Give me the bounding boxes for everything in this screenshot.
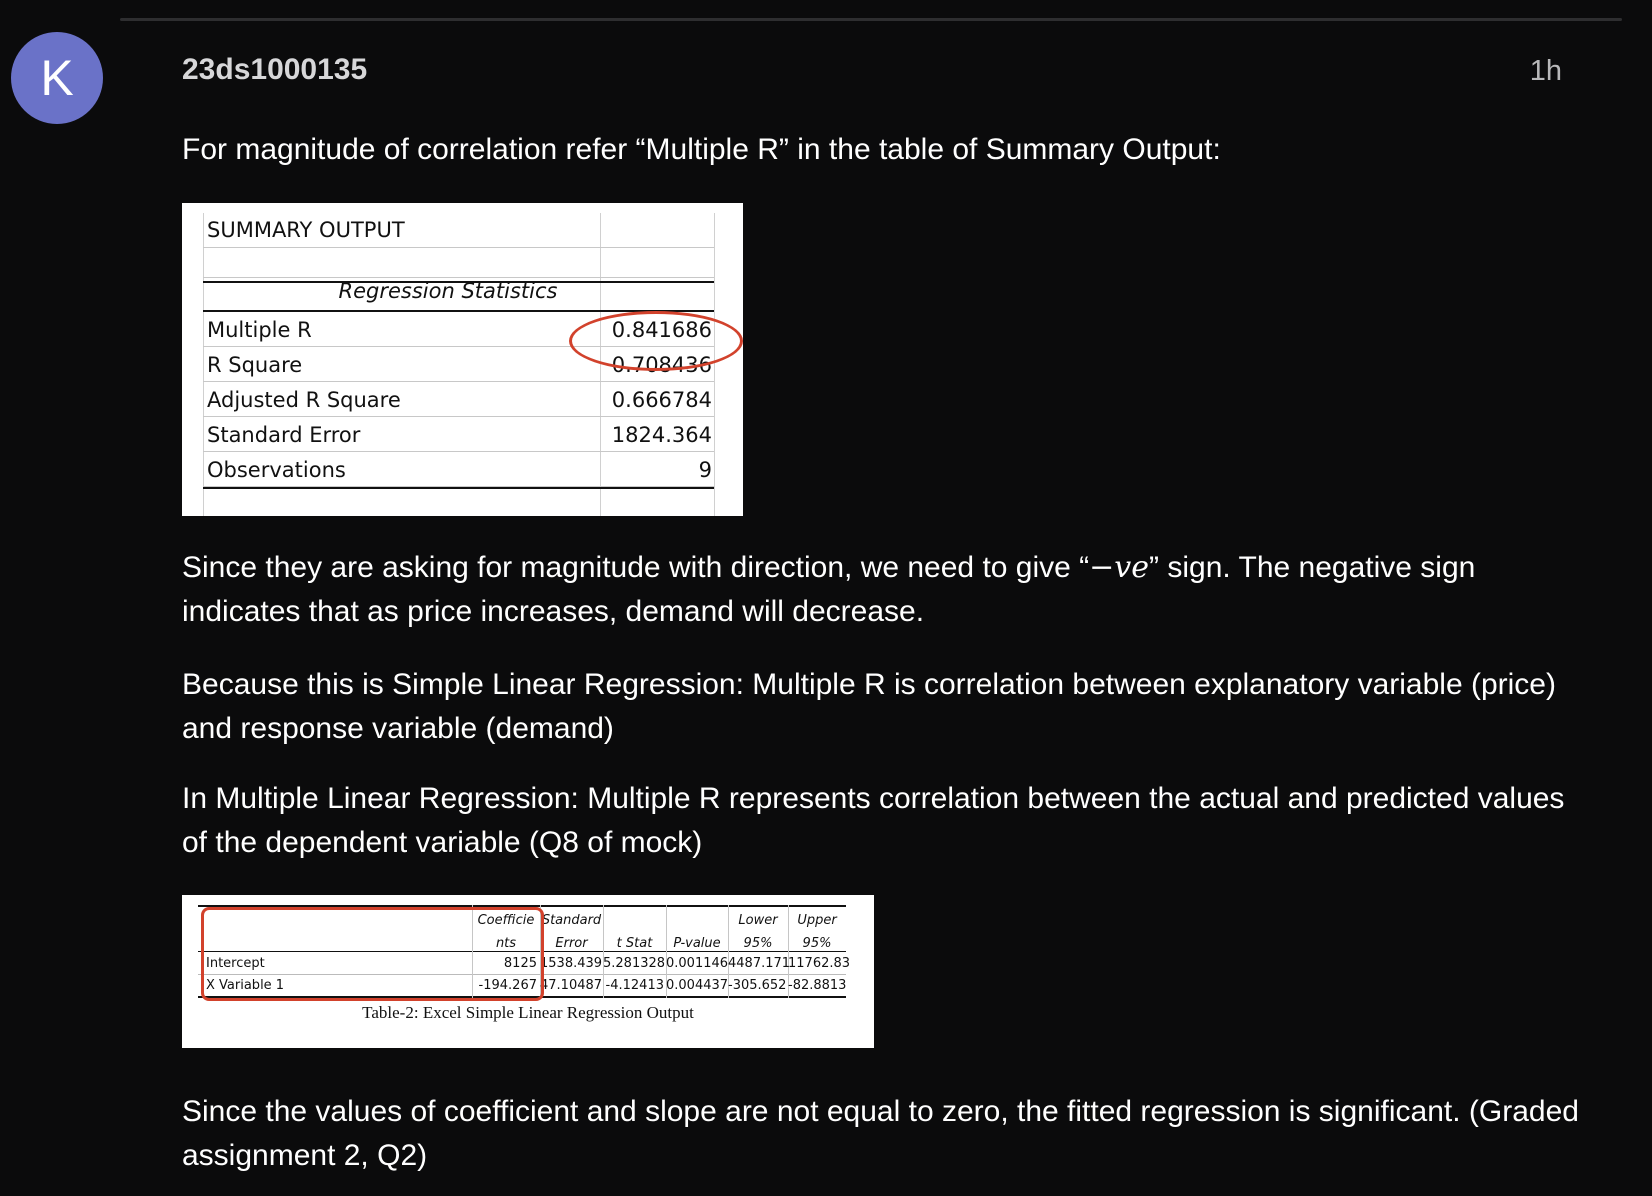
paragraph-intro: For magnitude of correlation refer “Mult… — [182, 133, 1221, 166]
paragraph-multiple-regression: In Multiple Linear Regression: Multiple … — [182, 782, 1565, 859]
table-cell: 47.10487 — [540, 978, 603, 993]
stat-label: Standard Error — [207, 423, 361, 447]
stat-value: 1824.364 — [611, 423, 712, 447]
post-username[interactable]: 23ds1000135 — [182, 53, 367, 87]
column-header-line: Standard — [541, 913, 602, 928]
table-cell: 11762.83 — [788, 956, 851, 971]
regression-output-image[interactable]: Coefficie nts Standard Error t Stat P-va… — [182, 895, 874, 1048]
coefficients-highlight-box — [201, 907, 544, 1001]
column-header-line: P-value — [673, 936, 721, 951]
table-caption: Table-2: Excel Simple Linear Regression … — [362, 1003, 694, 1022]
table-cell: 5.281328 — [603, 956, 666, 971]
stat-label: Observations — [207, 458, 346, 482]
stat-value: 9 — [698, 458, 712, 482]
table-cell: -4.12413 — [605, 978, 664, 993]
summary-output-image[interactable]: SUMMARY OUTPUT Regression Statistics Mul… — [182, 203, 743, 516]
column-header: Lower 95% — [728, 909, 788, 955]
stat-label: R Square — [207, 353, 303, 377]
summary-title: SUMMARY OUTPUT — [207, 218, 405, 242]
stat-row: Observations 9 — [203, 452, 714, 487]
paragraph-simple-regression: Because this is Simple Linear Regression… — [182, 668, 1556, 745]
summary-blank-row — [203, 247, 714, 278]
negative-ve-math: −ve — [1089, 550, 1150, 585]
table-rule — [203, 487, 714, 489]
column-header-line: Lower — [738, 913, 778, 928]
regression-statistics-heading: Regression Statistics — [338, 279, 558, 303]
column-header-line — [666, 909, 728, 932]
column-header-line — [603, 909, 666, 932]
stat-row: Standard Error 1824.364 — [203, 417, 714, 452]
column-header-line: t Stat — [616, 936, 653, 951]
post-divider — [120, 18, 1622, 21]
column-header-line: 95% — [802, 936, 832, 951]
table-cell: 1538.439 — [540, 956, 603, 971]
column-header: t Stat — [603, 909, 666, 955]
table-cell: 4487.171 — [728, 956, 791, 971]
column-header-line: Upper — [797, 913, 837, 928]
paragraph-direction: Since they are asking for magnitude with… — [182, 546, 1582, 634]
column-header: Standard Error — [540, 909, 603, 955]
table-cell: -305.652 — [728, 978, 787, 993]
paragraph-significance: Since the values of coefficient and slop… — [182, 1095, 1579, 1172]
table-cell: -82.8813 — [788, 978, 847, 993]
column-header: P-value — [666, 909, 728, 955]
stat-row: Adjusted R Square 0.666784 — [203, 382, 714, 417]
table-cell: 0.004437 — [666, 978, 729, 993]
column-header: Upper 95% — [788, 909, 846, 955]
table-cell: 0.001146 — [666, 956, 729, 971]
avatar[interactable]: K — [11, 32, 103, 124]
stat-value: 0.666784 — [611, 388, 712, 412]
stat-label: Multiple R — [207, 318, 312, 342]
post-timestamp[interactable]: 1h — [1530, 55, 1562, 88]
avatar-letter: K — [40, 50, 74, 106]
column-header-line: 95% — [743, 936, 773, 951]
stat-label: Adjusted R Square — [207, 388, 401, 412]
grid-line — [714, 213, 715, 516]
paragraph-direction-text: Since they are asking for magnitude with… — [182, 551, 1090, 584]
column-header-line: Error — [555, 936, 588, 951]
multiple-r-highlight-ellipse — [569, 311, 743, 371]
